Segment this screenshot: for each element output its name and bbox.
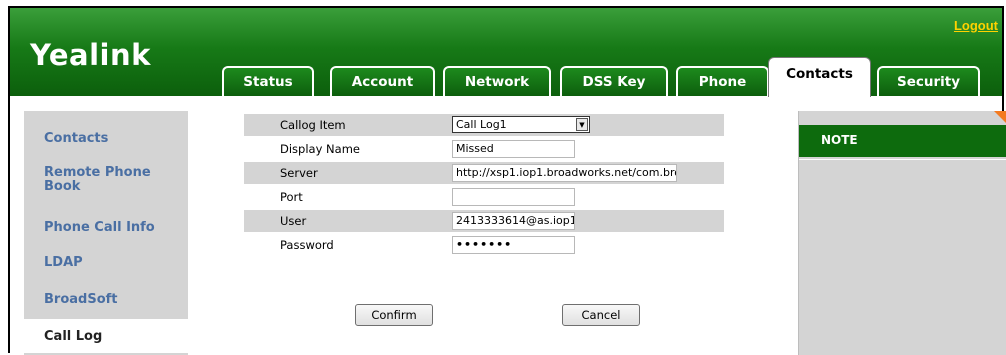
port-label: Port (280, 190, 303, 204)
tab-network[interactable]: Network (443, 66, 551, 96)
sidebar-item-contacts[interactable]: Contacts (44, 132, 108, 146)
server-input[interactable]: http://xsp1.iop1.broadworks.net/com.broa… (452, 164, 677, 182)
tab-status[interactable]: Status (222, 66, 314, 96)
tab-network-label: Network (464, 74, 530, 90)
sidebar-item-phone-call-info[interactable]: Phone Call Info (44, 221, 155, 235)
user-input[interactable]: 2413333614@as.iop1.broadworks.net (452, 212, 575, 230)
user-label: User (280, 214, 307, 228)
password-label: Password (280, 238, 334, 252)
sidebar-item-remote-phone-book[interactable]: Remote Phone Book (44, 166, 164, 194)
tab-security-label: Security (896, 74, 961, 90)
display-name-label: Display Name (280, 142, 360, 156)
form-row-user: User 2413333614@as.iop1.broadworks.net (244, 210, 724, 232)
port-input[interactable] (452, 188, 575, 206)
logout-link[interactable]: Logout (954, 18, 998, 33)
corner-fold-icon (994, 111, 1006, 131)
note-panel: NOTE (798, 111, 1006, 355)
sidebar-item-broadsoft[interactable]: BroadSoft (44, 293, 118, 307)
form-row-display-name: Display Name Missed (244, 138, 724, 160)
tab-phone-label: Phone (698, 74, 747, 90)
form-row-server: Server http://xsp1.iop1.broadworks.net/c… (244, 162, 724, 184)
callog-item-label: Callog Item (280, 118, 346, 132)
note-header: NOTE (799, 125, 1006, 157)
cancel-button[interactable]: Cancel (562, 304, 640, 326)
header-bar: Yealink Logout Status Account Network DS… (10, 8, 1002, 97)
tab-account[interactable]: Account (330, 66, 435, 96)
chevron-down-icon[interactable]: ▼ (576, 118, 588, 131)
display-name-input[interactable]: Missed (452, 140, 575, 158)
page-frame: Yealink Logout Status Account Network DS… (8, 6, 1006, 355)
tab-dss-key[interactable]: DSS Key (560, 66, 668, 96)
tab-account-label: Account (351, 74, 414, 90)
server-label: Server (280, 166, 318, 180)
password-input[interactable]: ••••••• (452, 236, 575, 254)
tab-status-label: Status (243, 74, 293, 90)
form-row-callog-item: Callog Item Call Log1 ▼ (244, 114, 724, 136)
sidebar-item-call-log-label: Call Log (44, 329, 103, 344)
tab-phone[interactable]: Phone (676, 66, 769, 96)
note-title: NOTE (821, 133, 858, 147)
confirm-button[interactable]: Confirm (355, 304, 433, 326)
tab-security[interactable]: Security (877, 66, 980, 96)
tab-dss-key-label: DSS Key (582, 74, 646, 90)
form-row-password: Password ••••••• (244, 234, 724, 256)
tab-contacts[interactable]: Contacts (768, 57, 871, 97)
tab-contacts-label: Contacts (786, 66, 853, 82)
sidebar-item-ldap[interactable]: LDAP (44, 256, 83, 270)
form-row-port: Port (244, 186, 724, 208)
callog-item-select[interactable]: Call Log1 ▼ (452, 116, 590, 133)
sidebar-item-call-log[interactable]: Call Log (24, 319, 196, 353)
note-divider (799, 159, 1006, 160)
callog-item-selected-value: Call Log1 (456, 118, 507, 131)
yealink-logo: Yealink (30, 38, 151, 72)
